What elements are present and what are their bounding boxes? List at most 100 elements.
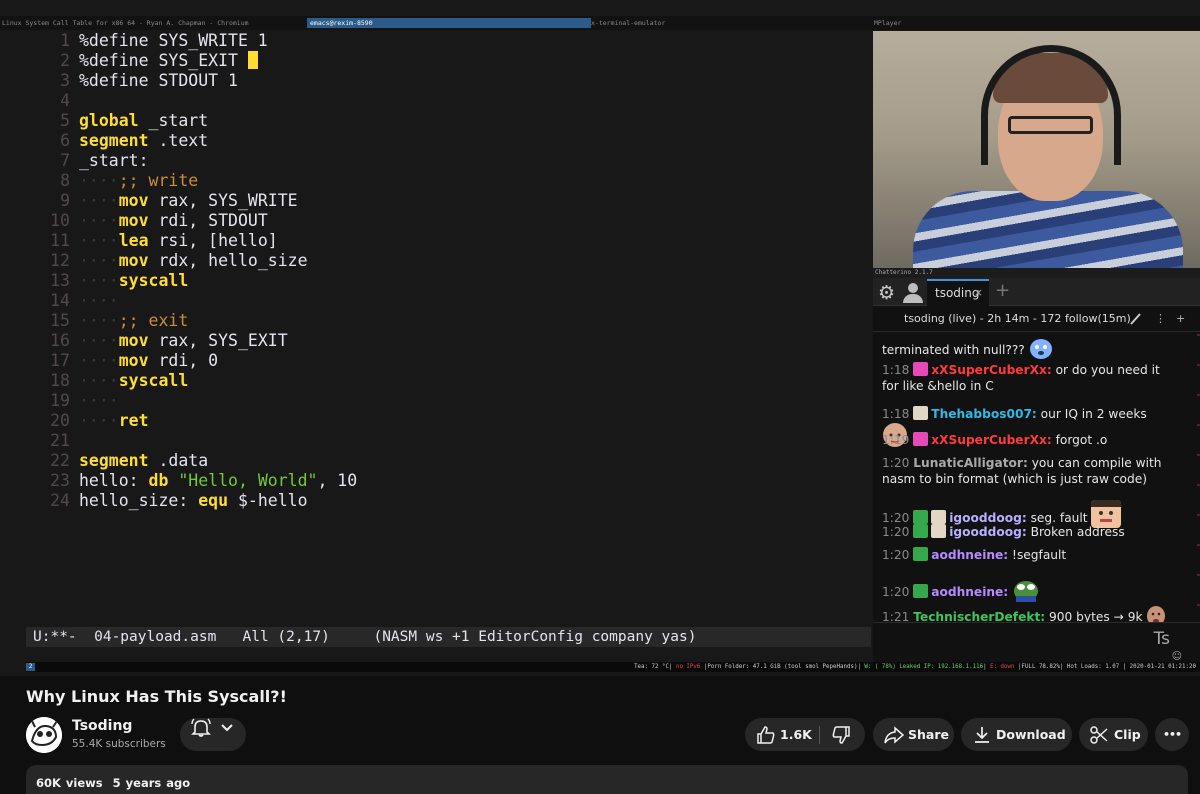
line-code: ····;; write bbox=[70, 171, 198, 190]
browser-window-title: Linux System Call Table for x86 64 - Rya… bbox=[2, 19, 249, 27]
clip-button[interactable]: Clip bbox=[1079, 718, 1148, 751]
code-line[interactable]: 21 bbox=[26, 431, 79, 451]
mod-badge-icon bbox=[913, 547, 929, 561]
code-line[interactable]: 24 hello_size: equ $-hello bbox=[26, 491, 307, 511]
code-line[interactable]: 10 ····mov rdi, STDOUT bbox=[26, 211, 268, 231]
message-username[interactable]: Thehabbos007: bbox=[931, 407, 1037, 421]
code-line[interactable]: 18 ····syscall bbox=[26, 371, 188, 391]
code-token: mov bbox=[118, 331, 149, 350]
code-line[interactable]: 2 %define SYS_EXIT bbox=[26, 51, 258, 71]
description-box[interactable] bbox=[26, 765, 1188, 794]
code-line[interactable]: 17 ····mov rdi, 0 bbox=[26, 351, 218, 371]
message-time: 1:20 bbox=[882, 585, 910, 599]
code-token: hello: bbox=[79, 471, 149, 490]
dislike-icon[interactable] bbox=[831, 725, 851, 745]
line-number: 4 bbox=[60, 91, 70, 110]
code-line[interactable]: 19 ···· bbox=[26, 391, 119, 411]
line-code: ····ret bbox=[70, 411, 149, 430]
more-horizontal-icon: ••• bbox=[1162, 728, 1182, 741]
line-code: ···· bbox=[70, 391, 119, 410]
like-count[interactable]: 1.6K bbox=[780, 718, 812, 751]
add-tab-icon[interactable]: + bbox=[995, 280, 1010, 301]
line-code: ····mov rax, SYS_EXIT bbox=[70, 331, 288, 350]
emacs-window-title: emacs@rexim-8590 bbox=[307, 18, 591, 28]
code-line[interactable]: 22 segment .data bbox=[26, 451, 208, 471]
close-icon[interactable]: × bbox=[974, 281, 983, 305]
line-code: hello: db "Hello, World", 10 bbox=[70, 471, 357, 490]
message-username[interactable]: igooddoog: bbox=[949, 525, 1026, 539]
chat-message: 1:20 aodhneine: !segfault bbox=[882, 547, 1172, 563]
code-line[interactable]: 16 ····mov rax, SYS_EXIT bbox=[26, 331, 288, 351]
subscriber-count: 55.4K subscribers bbox=[72, 738, 166, 750]
code-token: syscall bbox=[118, 371, 189, 390]
line-number: 10 bbox=[50, 211, 70, 230]
more-vertical-icon[interactable]: ⋮ bbox=[1155, 306, 1166, 332]
code-line[interactable]: 15 ····;; exit bbox=[26, 311, 188, 331]
heart-badge-icon bbox=[913, 432, 929, 446]
message-time: 1:18 bbox=[882, 363, 910, 377]
user-icon[interactable] bbox=[903, 283, 923, 303]
channel-avatar[interactable] bbox=[26, 717, 62, 753]
chat-channel-header: tsoding (live) - 2h 14m - 172 follow(15m… bbox=[873, 306, 1200, 332]
message-username[interactable]: aodhneine: bbox=[931, 585, 1008, 599]
code-line[interactable]: 23 hello: db "Hello, World", 10 bbox=[26, 471, 357, 491]
like-divider bbox=[819, 726, 820, 744]
line-number: 20 bbox=[50, 411, 70, 430]
download-icon bbox=[975, 727, 989, 743]
line-number: 12 bbox=[50, 251, 70, 270]
line-code: ····;; exit bbox=[70, 311, 188, 330]
code-line[interactable]: 13 ····syscall bbox=[26, 271, 188, 291]
message-username[interactable]: xXSuperCuberXx: bbox=[931, 363, 1051, 377]
video-player[interactable]: Linux System Call Table for x86 64 - Rya… bbox=[0, 0, 1200, 676]
player-window-title: MPlayer bbox=[874, 19, 902, 27]
chat-message: 1:20 igooddoog: Broken address bbox=[882, 524, 1172, 540]
like-icon[interactable] bbox=[756, 725, 776, 745]
heart-badge-icon bbox=[913, 362, 929, 376]
workspace-indicator[interactable]: 2 bbox=[26, 663, 35, 671]
code-token: ···· bbox=[79, 271, 119, 290]
code-line[interactable]: 4 bbox=[26, 91, 79, 111]
code-token: ···· bbox=[79, 191, 119, 210]
code-line[interactable]: 9 ····mov rax, SYS_WRITE bbox=[26, 191, 298, 211]
emoji-icon[interactable]: ☺ bbox=[1172, 651, 1182, 662]
code-line[interactable]: 3 %define STDOUT 1 bbox=[26, 71, 238, 91]
chevron-down-icon bbox=[221, 724, 233, 732]
channel-name[interactable]: Tsoding bbox=[72, 718, 132, 734]
chat-input[interactable]: Ts ☺ bbox=[873, 622, 1200, 662]
line-number: 14 bbox=[50, 291, 70, 310]
notifications-button[interactable] bbox=[180, 718, 246, 751]
download-button[interactable]: Download bbox=[961, 718, 1072, 751]
line-code: ····mov rdx, hello_size bbox=[70, 251, 308, 270]
code-line[interactable]: 7 _start: bbox=[26, 151, 149, 171]
line-code: _start: bbox=[70, 151, 149, 170]
message-username[interactable]: xXSuperCuberXx: bbox=[931, 433, 1051, 447]
code-line[interactable]: 8 ····;; write bbox=[26, 171, 198, 191]
emacs-minibuffer bbox=[26, 647, 871, 662]
line-number: 17 bbox=[50, 351, 70, 370]
line-code: %define SYS_WRITE 1 bbox=[70, 31, 268, 50]
message-username[interactable]: igooddoog: bbox=[949, 511, 1026, 525]
code-token: _start bbox=[138, 111, 209, 130]
code-line[interactable]: 14 ···· bbox=[26, 291, 119, 311]
line-code: ····lea rsi, [hello] bbox=[70, 231, 278, 250]
code-line[interactable]: 1 %define SYS_WRITE 1 bbox=[26, 31, 268, 51]
plus-icon[interactable]: + bbox=[1176, 306, 1185, 332]
share-label: Share bbox=[908, 727, 949, 742]
message-username[interactable]: LunaticAlligator: bbox=[913, 456, 1028, 470]
code-line[interactable]: 11 ····lea rsi, [hello] bbox=[26, 231, 278, 251]
gear-icon[interactable]: ⚙ bbox=[878, 282, 895, 304]
code-line[interactable]: 6 segment .text bbox=[26, 131, 208, 151]
share-button[interactable]: Share bbox=[873, 718, 954, 751]
message-time: 1:20 bbox=[882, 511, 910, 525]
pen-icon[interactable] bbox=[1130, 306, 1142, 342]
code-token: ···· bbox=[79, 351, 119, 370]
code-token: ret bbox=[118, 411, 149, 430]
more-actions-button[interactable]: ••• bbox=[1155, 718, 1189, 751]
code-token: , 10 bbox=[317, 471, 358, 490]
code-line[interactable]: 5 global _start bbox=[26, 111, 208, 131]
message-time: 1:20 bbox=[882, 456, 910, 470]
message-username[interactable]: aodhneine: bbox=[931, 548, 1008, 562]
tab-tsoding[interactable]: tsoding × bbox=[927, 279, 989, 306]
code-line[interactable]: 12 ····mov rdx, hello_size bbox=[26, 251, 308, 271]
code-line[interactable]: 20 ····ret bbox=[26, 411, 149, 431]
